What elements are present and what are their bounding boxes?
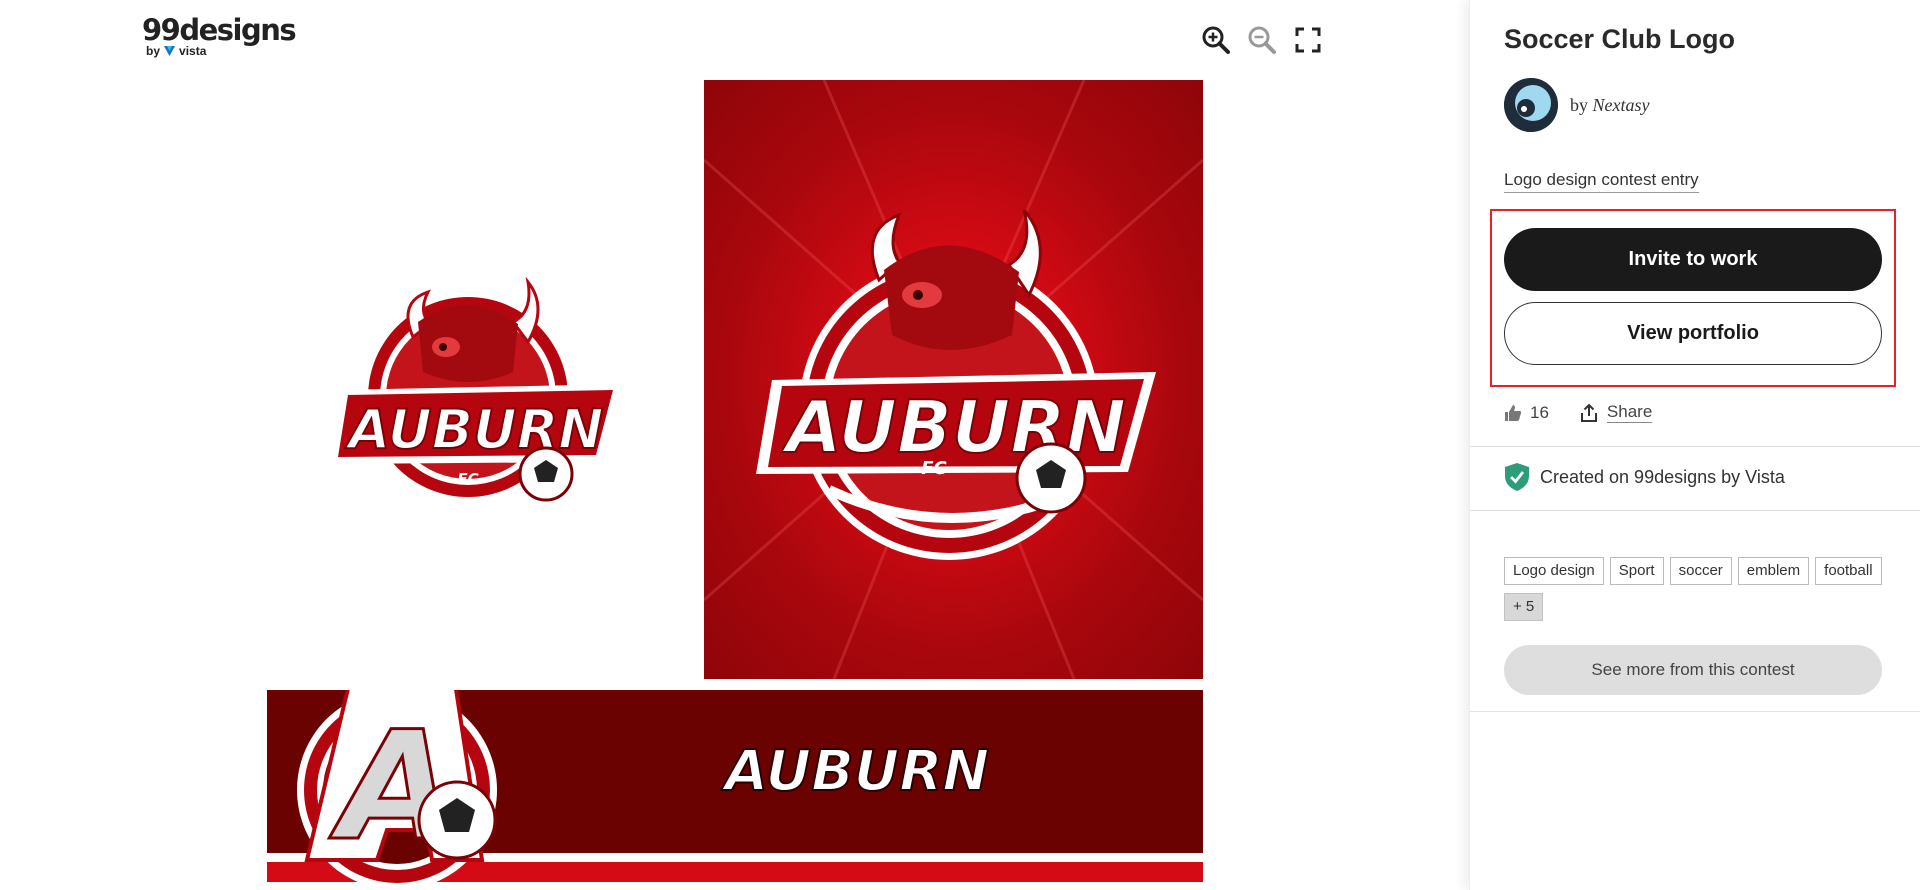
like-count: 16 bbox=[1530, 402, 1549, 422]
share-button[interactable]: Share bbox=[1579, 402, 1653, 423]
byline-by: by bbox=[1570, 94, 1588, 115]
design-sidebar: Soccer Club Logo by Nextasy Logo design … bbox=[1469, 0, 1920, 890]
zoom-in-button[interactable] bbox=[1200, 24, 1232, 56]
page: 99designs by vista AUBURN FC AUBURN FC A… bbox=[0, 0, 1920, 890]
designer-avatar[interactable] bbox=[1504, 78, 1558, 132]
invite-to-work-button[interactable]: Invite to work bbox=[1504, 228, 1882, 291]
divider bbox=[1470, 711, 1920, 712]
crest-large-fc: FC bbox=[921, 458, 947, 479]
view-portfolio-button[interactable]: View portfolio bbox=[1504, 302, 1882, 365]
designer-name[interactable]: Nextasy bbox=[1593, 95, 1650, 115]
designer-info[interactable]: by Nextasy bbox=[1504, 78, 1649, 132]
divider bbox=[1470, 510, 1920, 511]
brand-logo[interactable]: 99designs by vista bbox=[142, 13, 297, 58]
banner-wordmark: AUBURN bbox=[721, 739, 989, 804]
action-row: 16 Share bbox=[1504, 402, 1653, 423]
brand-sub-vista: vista bbox=[179, 44, 207, 58]
zoom-out-button[interactable] bbox=[1246, 24, 1278, 56]
vista-icon bbox=[164, 46, 176, 56]
brand-name: 99designs bbox=[142, 13, 297, 47]
brand-sub-by: by bbox=[146, 44, 161, 58]
logo-panel-red: AUBURN FC bbox=[704, 80, 1203, 679]
designer-byline: by Nextasy bbox=[1570, 95, 1649, 116]
like-button[interactable]: 16 bbox=[1504, 403, 1549, 423]
fullscreen-icon bbox=[1295, 27, 1321, 53]
avatar-eye-icon bbox=[1504, 78, 1558, 132]
crest-small-fc: FC bbox=[457, 470, 478, 488]
logo-banner: A AUBURN bbox=[267, 690, 1203, 890]
share-label: Share bbox=[1606, 402, 1653, 423]
thumbs-up-icon bbox=[1505, 404, 1522, 421]
zoom-controls bbox=[1200, 24, 1324, 56]
created-text: Created on 99designs by Vista bbox=[1540, 466, 1785, 487]
zoom-out-icon bbox=[1248, 26, 1276, 54]
more-tags-button[interactable]: + 5 bbox=[1504, 593, 1544, 621]
logo-crest-large: AUBURN FC bbox=[704, 80, 1203, 679]
zoom-in-icon bbox=[1202, 26, 1230, 54]
design-title: Soccer Club Logo bbox=[1504, 24, 1736, 54]
tag-emblem[interactable]: emblem bbox=[1737, 557, 1810, 585]
share-icon bbox=[1580, 403, 1597, 422]
created-info: Created on 99designs by Vista bbox=[1504, 462, 1785, 492]
fullscreen-button[interactable] bbox=[1292, 24, 1324, 56]
tag-football[interactable]: football bbox=[1815, 557, 1882, 585]
logo-crest-small: AUBURN FC bbox=[328, 276, 623, 507]
tag-sport[interactable]: Sport bbox=[1609, 557, 1664, 585]
tag-logo-design[interactable]: Logo design bbox=[1504, 557, 1604, 585]
tag-soccer[interactable]: soccer bbox=[1669, 557, 1732, 585]
contest-entry-link[interactable]: Logo design contest entry bbox=[1504, 170, 1699, 193]
divider bbox=[1470, 446, 1920, 447]
verified-shield-icon bbox=[1505, 463, 1529, 491]
see-more-contest-button[interactable]: See more from this contest bbox=[1504, 645, 1882, 695]
tag-list: Logo design Sport soccer emblem football… bbox=[1504, 557, 1884, 621]
crest-small-wordmark: AUBURN bbox=[345, 398, 604, 461]
